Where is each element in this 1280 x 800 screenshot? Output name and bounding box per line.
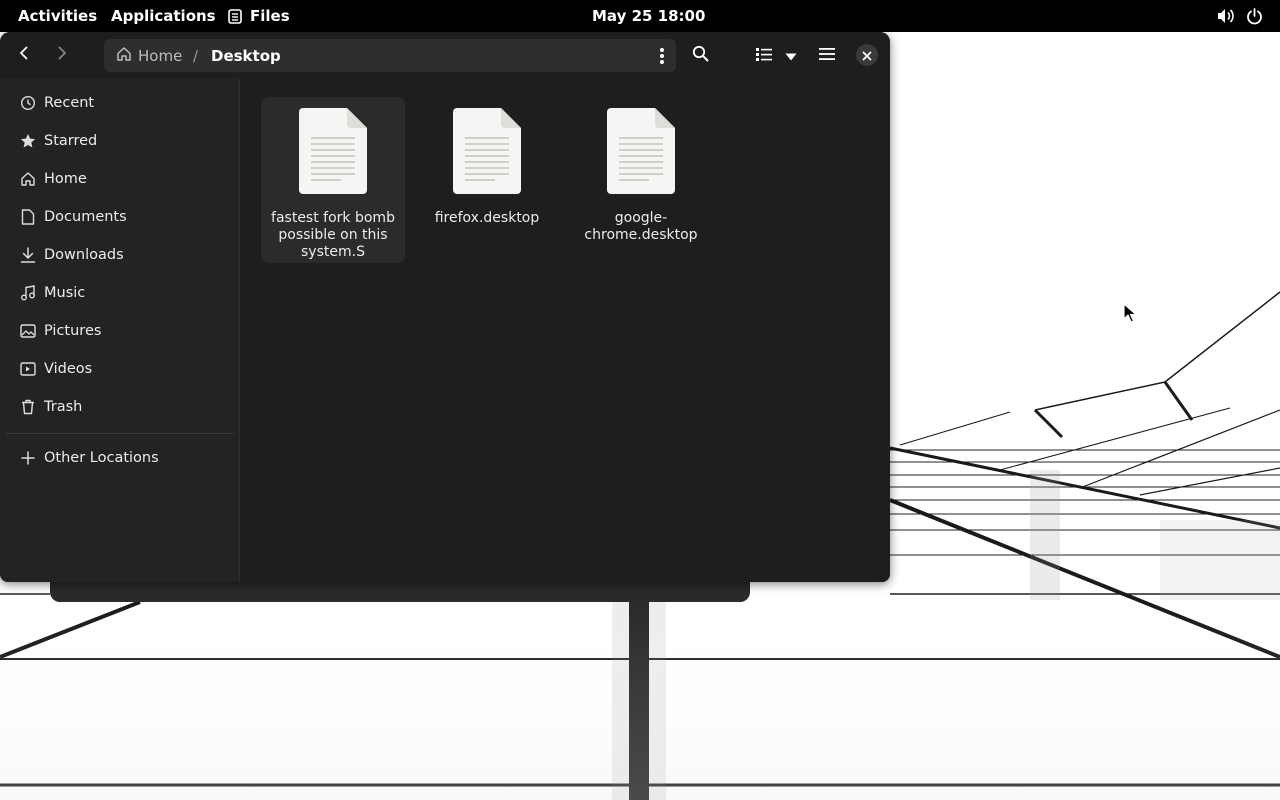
file-name: fastest fork bomb possible on this syste… — [271, 210, 395, 260]
file-item[interactable]: fastest fork bomb possible on this syste… — [261, 97, 405, 263]
sidebar-item-pictures[interactable]: Pictures — [0, 312, 240, 350]
sidebar-item-downloads[interactable]: Downloads — [0, 236, 240, 274]
sidebar-item-label: Home — [44, 171, 87, 187]
plus-icon — [19, 449, 37, 467]
breadcrumb-separator: / — [193, 46, 199, 65]
file-name: google-chrome.desktop — [584, 210, 698, 243]
view-options-dropdown[interactable] — [776, 39, 806, 71]
sidebar-item-label: Videos — [44, 361, 93, 377]
sidebar-item-videos[interactable]: Videos — [0, 350, 240, 388]
search-icon — [692, 45, 709, 66]
sidebar-item-documents[interactable]: Documents — [0, 198, 240, 236]
picture-icon — [19, 322, 37, 340]
sidebar: Recent Starred Home Documents Downloads … — [0, 78, 240, 582]
files-app-icon — [228, 8, 242, 24]
sidebar-item-starred[interactable]: Starred — [0, 122, 240, 160]
sidebar-item-label: Downloads — [44, 247, 124, 263]
activities-button[interactable]: Activities — [18, 0, 97, 32]
volume-icon[interactable] — [1217, 0, 1235, 32]
sidebar-item-recent[interactable]: Recent — [0, 84, 240, 122]
sidebar-item-label: Trash — [44, 399, 83, 415]
sidebar-item-trash[interactable]: Trash — [0, 388, 240, 426]
sidebar-item-label: Documents — [44, 209, 127, 225]
kebab-menu-icon[interactable] — [650, 43, 674, 69]
sidebar-item-label: Music — [44, 285, 86, 301]
breadcrumb-desktop[interactable]: Desktop — [211, 47, 281, 65]
power-icon[interactable] — [1246, 0, 1263, 32]
close-button[interactable] — [856, 44, 878, 66]
top-bar: Activities Applications Files May 25 18:… — [0, 0, 1280, 32]
text-file-icon — [299, 108, 367, 198]
file-item[interactable]: firefox.desktop — [415, 97, 559, 263]
forward-button[interactable] — [46, 39, 78, 71]
sidebar-divider — [6, 433, 234, 434]
close-icon — [862, 46, 872, 65]
clock[interactable]: May 25 18:00 — [592, 0, 705, 32]
hamburger-menu-icon — [819, 46, 835, 65]
download-icon — [19, 246, 37, 264]
document-icon — [19, 208, 37, 226]
chevron-down-icon — [785, 46, 797, 65]
list-view-icon — [756, 46, 772, 65]
sidebar-item-label: Pictures — [44, 323, 102, 339]
sidebar-item-music[interactable]: Music — [0, 274, 240, 312]
sidebar-item-label: Recent — [44, 95, 95, 111]
header-bar[interactable]: Home / Desktop — [0, 32, 890, 78]
music-icon — [19, 284, 37, 302]
file-item[interactable]: google-chrome.desktop — [569, 97, 713, 263]
sidebar-item-home[interactable]: Home — [0, 160, 240, 198]
path-bar[interactable]: Home / Desktop — [104, 39, 676, 72]
file-name: firefox.desktop — [434, 210, 540, 226]
back-button[interactable] — [8, 39, 40, 71]
files-window: Home / Desktop Recent Starred Home Docum… — [0, 32, 890, 582]
sidebar-item-label: Other Locations — [44, 450, 159, 466]
back-icon — [16, 45, 32, 65]
clock-icon — [19, 94, 37, 112]
mouse-cursor-icon — [1123, 303, 1137, 327]
home-icon — [19, 170, 37, 188]
home-icon — [116, 46, 132, 66]
breadcrumb-home[interactable]: Home — [116, 46, 182, 66]
sidebar-item-other-locations[interactable]: Other Locations — [0, 439, 240, 477]
forward-icon — [54, 45, 70, 65]
file-view[interactable]: fastest fork bomb possible on this syste… — [241, 78, 890, 582]
breadcrumb-home-label: Home — [138, 46, 183, 65]
search-button[interactable] — [684, 39, 716, 71]
trash-icon — [19, 398, 37, 416]
text-file-icon — [453, 108, 521, 198]
video-icon — [19, 360, 37, 378]
app-menu-files[interactable]: Files — [228, 0, 290, 32]
sidebar-item-label: Starred — [44, 133, 98, 149]
main-menu-button[interactable] — [811, 39, 843, 71]
text-file-icon — [607, 108, 675, 198]
applications-menu[interactable]: Applications — [111, 0, 216, 32]
star-icon — [19, 132, 37, 150]
app-name: Files — [250, 7, 290, 25]
